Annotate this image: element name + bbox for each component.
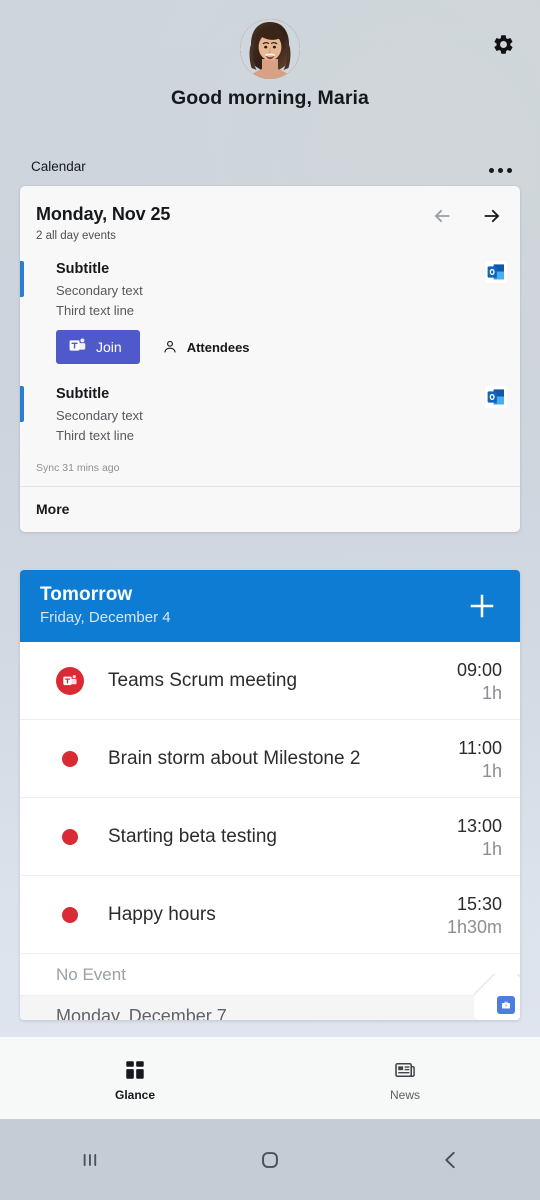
outlook-icon	[485, 261, 507, 283]
agenda-event-start: 11:00	[458, 738, 502, 758]
arrow-left-icon	[434, 209, 450, 223]
event-third-text: Third text line	[56, 427, 135, 443]
agenda-header: Tomorrow Friday, December 4	[20, 570, 520, 642]
section-overflow-button[interactable]	[480, 158, 520, 182]
recents-icon	[83, 1153, 97, 1166]
calendar-event-row[interactable]: Subtitle Secondary text Third text line	[20, 251, 520, 372]
kebab-dot	[488, 167, 494, 173]
teams-icon	[68, 336, 87, 358]
back-button[interactable]	[360, 1147, 540, 1173]
teams-icon	[56, 666, 84, 695]
tomorrow-agenda-widget: Tomorrow Friday, December 4 Teams Scrum …	[20, 570, 520, 1020]
calendar-nav	[428, 202, 506, 230]
agenda-title: Tomorrow	[40, 584, 133, 605]
section-title: Calendar	[31, 159, 86, 174]
event-third-text: Third text line	[56, 302, 135, 318]
tab-glance[interactable]: Glance	[0, 1037, 270, 1119]
kebab-dot	[497, 167, 503, 173]
agenda-event-title: Happy hours	[108, 903, 216, 925]
calendar-card-header: Monday, Nov 25 2 all day events	[20, 186, 520, 251]
event-accent-bar	[20, 261, 24, 297]
agenda-event-title: Brain storm about Milestone 2	[108, 747, 361, 769]
all-day-events-summary: 2 all day events	[36, 230, 116, 242]
settings-button[interactable]	[486, 27, 520, 61]
agenda-next-day-row[interactable]: Monday, December 7	[20, 996, 520, 1020]
event-title: Subtitle	[56, 261, 110, 277]
dot-icon	[62, 750, 78, 767]
work-profile-briefcase-icon	[497, 996, 515, 1014]
join-button-label: Join	[96, 339, 122, 356]
calendar-card: Monday, Nov 25 2 all day events Subtitle…	[20, 186, 520, 533]
avatar-photo	[240, 19, 300, 79]
event-accent-bar	[20, 386, 24, 423]
join-button[interactable]: Join	[56, 330, 140, 365]
add-event-button[interactable]	[460, 584, 504, 628]
tab-news[interactable]: News	[270, 1037, 540, 1119]
tab-news-label: News	[389, 1087, 420, 1102]
agenda-event-row[interactable]: Brain storm about Milestone 2 11:00 1h	[20, 720, 520, 798]
kebab-dot	[506, 167, 512, 173]
work-profile-badge	[474, 974, 520, 1020]
android-navigation-bar	[0, 1119, 540, 1200]
agenda-event-row[interactable]: Happy hours 15:30 1h30m	[20, 876, 520, 954]
agenda-event-row[interactable]: Starting beta testing 13:00 1h	[20, 798, 520, 876]
recents-button[interactable]	[0, 1147, 180, 1173]
agenda-event-row[interactable]: Teams Scrum meeting 09:00 1h	[20, 642, 520, 720]
more-button[interactable]: More	[20, 487, 520, 532]
person-icon	[164, 340, 176, 353]
calendar-event-row[interactable]: Subtitle Secondary text Third text line	[20, 372, 520, 452]
event-secondary-text: Secondary text	[56, 282, 143, 298]
grid-icon	[126, 1060, 144, 1079]
dot-icon	[62, 906, 78, 923]
agenda-event-title: Teams Scrum meeting	[108, 669, 298, 691]
agenda-event-time: 11:00 1h	[458, 737, 502, 782]
home-icon	[262, 1151, 278, 1168]
sync-status: Sync 31 mins ago	[36, 462, 120, 475]
calendar-section-header: Calendar	[0, 158, 540, 186]
calendar-date-title: Monday, Nov 25	[36, 204, 171, 224]
agenda-event-duration: 1h	[481, 760, 502, 781]
agenda-event-time: 15:30 1h30m	[447, 893, 502, 938]
event-actions: Join Attendees	[56, 330, 504, 365]
next-day-button[interactable]	[478, 202, 506, 230]
plus-icon	[470, 594, 494, 618]
home-button[interactable]	[180, 1147, 360, 1173]
event-title: Subtitle	[56, 386, 110, 403]
gear-icon	[494, 34, 512, 54]
dot-icon	[62, 828, 78, 845]
event-secondary-text: Secondary text	[56, 407, 143, 423]
agenda-event-time: 09:00 1h	[457, 659, 502, 704]
agenda-event-start: 15:30	[456, 894, 502, 914]
back-icon	[445, 1151, 455, 1168]
outlook-icon	[485, 386, 507, 409]
header: Good morning, Maria	[0, 0, 540, 140]
agenda-event-duration: 1h	[481, 838, 502, 859]
avatar[interactable]	[240, 19, 300, 79]
agenda-event-time: 13:00 1h	[457, 815, 502, 860]
agenda-event-duration: 1h30m	[446, 916, 502, 937]
greeting-text: Good morning, Maria	[171, 87, 369, 109]
agenda-event-duration: 1h	[481, 682, 502, 703]
tab-glance-label: Glance	[114, 1087, 156, 1102]
agenda-event-start: 09:00	[456, 660, 502, 680]
bottom-tab-bar: Glance News	[0, 1037, 540, 1119]
agenda-event-title: Starting beta testing	[108, 825, 277, 847]
attendees-button[interactable]: Attendees	[162, 339, 250, 355]
arrow-right-icon	[484, 209, 500, 223]
previous-day-button[interactable]	[428, 202, 456, 230]
agenda-no-event-row: No Event	[20, 954, 520, 996]
agenda-event-start: 13:00	[456, 816, 502, 836]
agenda-subtitle: Friday, December 4	[40, 609, 171, 626]
newspaper-icon	[395, 1062, 415, 1077]
attendees-label: Attendees	[186, 339, 250, 355]
